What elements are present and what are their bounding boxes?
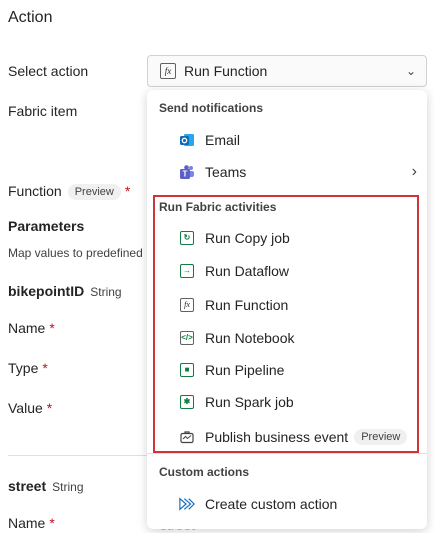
required-asterisk: * <box>42 360 48 376</box>
function-icon: fx <box>179 297 195 313</box>
menu-item-run-notebook[interactable]: </> Run Notebook <box>179 324 417 352</box>
param-header-street: street String <box>8 478 84 496</box>
menu-item-email[interactable]: Email <box>179 126 417 154</box>
menu-item-run-function[interactable]: fx Run Function <box>179 291 417 319</box>
required-asterisk: * <box>49 320 55 336</box>
menu-item-create-custom-action[interactable]: Create custom action <box>179 490 417 518</box>
parameters-title: Parameters <box>8 218 85 234</box>
section-title: Action <box>8 9 53 26</box>
menu-item-run-spark-job[interactable]: ✱ Run Spark job <box>179 388 417 416</box>
menu-item-label: Create custom action <box>205 496 338 512</box>
param-type: String <box>90 285 122 299</box>
param-name: bikepointID <box>8 283 85 299</box>
param-divider <box>8 455 147 456</box>
action-dropdown-menu: Send notifications Email T Teams › Run F… <box>147 90 427 529</box>
svg-text:T: T <box>183 170 188 179</box>
group-header-notifications: Send notifications <box>159 101 264 115</box>
field-label: Name <box>8 320 46 336</box>
select-action-label: Select action <box>8 63 89 79</box>
menu-item-run-dataflow[interactable]: → Run Dataflow <box>179 257 417 285</box>
menu-item-label: Run Pipeline <box>205 362 285 378</box>
menu-item-run-pipeline[interactable]: ■ Run Pipeline <box>179 356 417 384</box>
preview-badge: Preview <box>67 184 121 201</box>
custom-action-icon <box>179 496 195 512</box>
param-name: street <box>8 478 47 494</box>
menu-item-label: Publish business event <box>205 429 349 445</box>
business-event-icon <box>179 429 195 445</box>
param-type-label: Type * <box>8 360 48 376</box>
dataflow-icon: → <box>179 263 195 279</box>
parameters-description: Map values to predefined <box>8 246 143 260</box>
menu-item-run-copy-job[interactable]: ↻ Run Copy job <box>179 224 417 252</box>
menu-item-label: Run Notebook <box>205 330 295 346</box>
required-asterisk: * <box>124 183 131 199</box>
menu-item-label: Teams <box>205 164 247 180</box>
teams-icon: T <box>179 164 195 180</box>
menu-item-publish-business-event[interactable]: Publish business event Preview <box>179 423 417 451</box>
function-icon: fx <box>160 63 176 79</box>
outlook-icon <box>179 132 195 148</box>
pipeline-icon: ■ <box>179 362 195 378</box>
chevron-right-icon: › <box>411 163 417 180</box>
notebook-icon: </> <box>179 330 195 346</box>
group-header-fabric-activities: Run Fabric activities <box>159 200 277 214</box>
function-label-row: Function Preview * <box>8 183 131 201</box>
param-type: String <box>52 480 84 494</box>
chevron-down-icon: ⌄ <box>405 64 416 78</box>
field-label: Value <box>8 400 43 416</box>
menu-item-teams[interactable]: T Teams › <box>179 158 417 186</box>
param-value-label: Value * <box>8 400 52 416</box>
menu-item-label: Run Function <box>205 297 289 313</box>
select-action-value: Run Function <box>184 63 268 79</box>
function-label: Function <box>8 183 62 199</box>
param-header-bikepointid: bikepointID String <box>8 283 122 301</box>
menu-item-label: Run Dataflow <box>205 263 290 279</box>
menu-item-label: Run Copy job <box>205 230 290 246</box>
spark-job-icon: ✱ <box>179 394 195 410</box>
menu-item-label: Run Spark job <box>205 394 294 410</box>
copy-job-icon: ↻ <box>179 230 195 246</box>
fabric-item-label: Fabric item <box>8 103 78 119</box>
select-action-dropdown[interactable]: fx Run Function ⌄ <box>147 55 427 87</box>
preview-badge: Preview <box>354 429 408 445</box>
menu-item-label: Email <box>205 132 241 148</box>
group-header-custom-actions: Custom actions <box>159 465 250 479</box>
menu-divider <box>147 453 427 454</box>
required-asterisk: * <box>46 400 53 416</box>
param-name-label: Name * <box>8 320 55 336</box>
field-label: Type <box>8 360 39 376</box>
